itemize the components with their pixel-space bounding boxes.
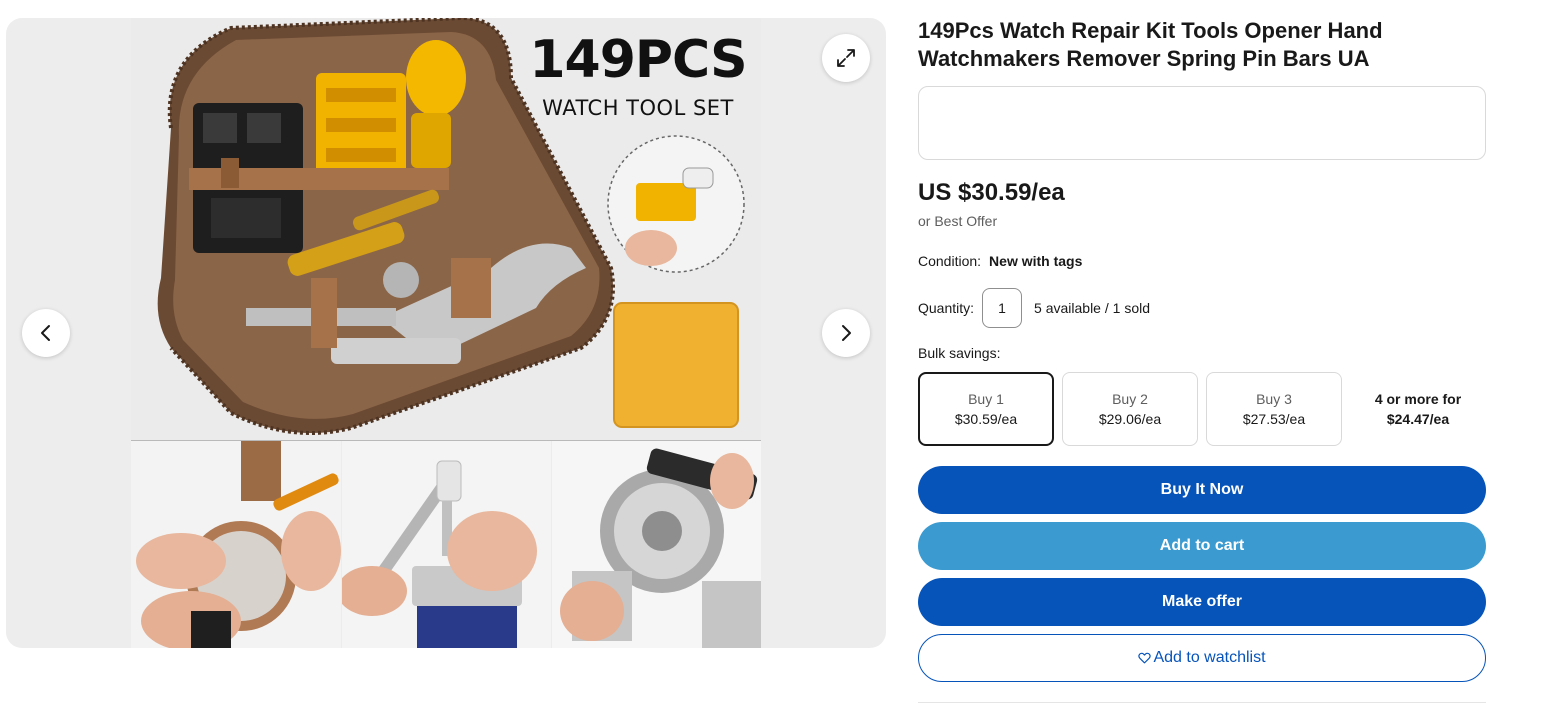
bulk-tier-price: $29.06/ea [1098,411,1162,427]
quantity-label: Quantity: [918,300,975,316]
listing-price: US $30.59/ea [918,179,1065,206]
condition-value: New with tags [989,253,1083,269]
bulk-tier-buy-3[interactable]: Buy 3 $27.53/ea [1206,372,1342,446]
bulk-tier-qty: 4 or more for [1374,391,1462,407]
listing-title: 149Pcs Watch Repair Kit Tools Opener Han… [918,18,1383,71]
buy-it-now-button[interactable]: Buy It Now [918,466,1486,514]
bulk-tier-price: $27.53/ea [1242,411,1306,427]
product-image-tile-1 [131,441,341,648]
expand-image-button[interactable] [822,34,870,82]
next-image-button[interactable] [822,309,870,357]
product-image-tile-2 [342,441,551,648]
bulk-tier-buy-2[interactable]: Buy 2 $29.06/ea [1062,372,1198,446]
section-divider [918,702,1486,703]
bulk-tier-buy-1[interactable]: Buy 1 $30.59/ea [918,372,1054,446]
listing-info-panel: 149Pcs Watch Repair Kit Tools Opener Han… [918,0,1486,704]
hero-title-text: 149PCS [529,30,747,90]
condition-label: Condition: [918,253,982,269]
availability-text: 5 available / 1 sold [1034,300,1150,316]
image-gallery: 149PCS WATCH TOOL SET [6,18,886,648]
hero-subtitle-text: WATCH TOOL SET [542,96,734,120]
bulk-tier-price: $30.59/ea [954,411,1018,427]
bulk-savings-label: Bulk savings: [918,345,1001,361]
add-to-cart-button[interactable]: Add to cart [918,522,1486,570]
quantity-row: Quantity: 5 available / 1 sold [918,288,1150,328]
bulk-tier-qty: Buy 3 [1256,391,1292,407]
chevron-left-icon [41,325,50,341]
make-offer-button[interactable]: Make offer [918,578,1486,626]
best-offer-text: or Best Offer [918,213,998,229]
watchlist-label: Add to watchlist [1153,649,1266,666]
condition-row: Condition: New with tags [918,253,1082,269]
product-image-tile-3 [552,441,761,648]
quantity-input[interactable] [982,288,1023,328]
previous-image-button[interactable] [22,309,70,357]
chevron-right-icon [842,325,851,341]
bulk-tier-price: $24.47/ea [1386,411,1450,427]
bulk-tier-4-or-more: 4 or more for $24.47/ea [1350,372,1486,446]
bulk-tier-qty: Buy 1 [968,391,1004,407]
add-to-watchlist-button[interactable]: Add to watchlist [918,634,1486,682]
product-photo[interactable]: 149PCS WATCH TOOL SET [131,18,761,648]
expand-icon [837,49,855,67]
heart-icon [1138,652,1152,664]
bulk-tier-qty: Buy 2 [1112,391,1148,407]
listing-notice-box [918,86,1486,160]
